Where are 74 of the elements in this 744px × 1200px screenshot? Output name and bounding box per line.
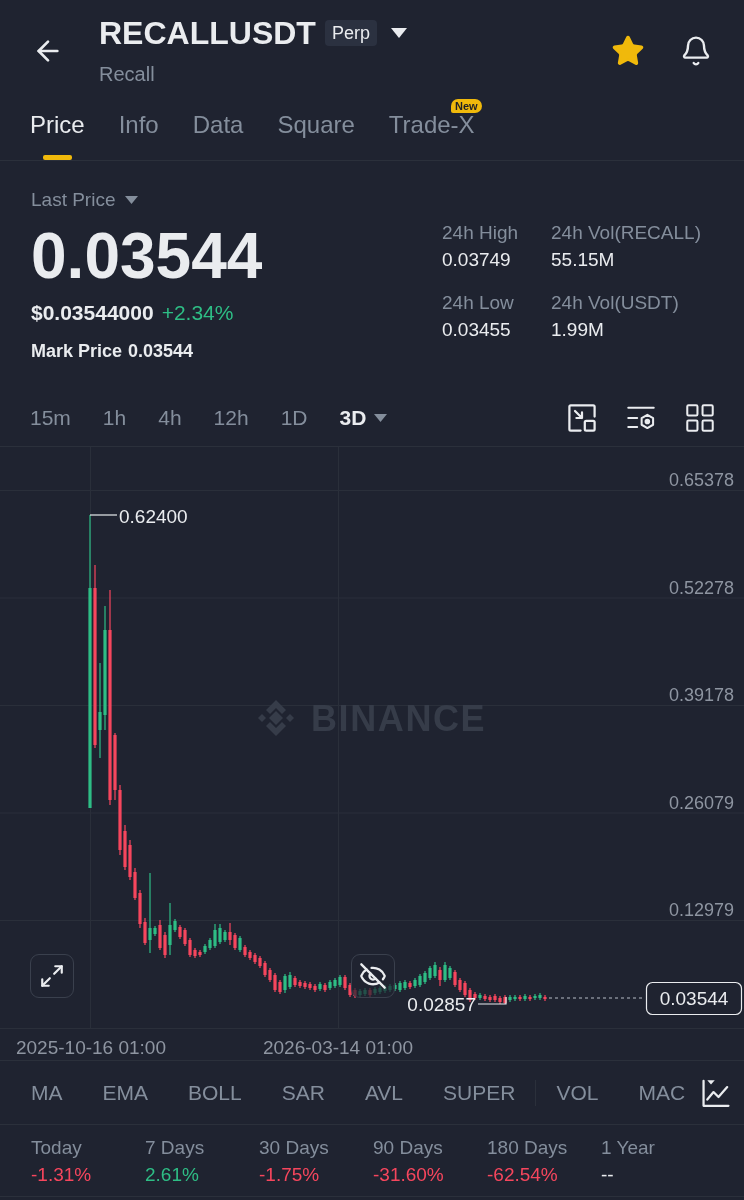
- line-chart-icon[interactable]: [702, 1078, 730, 1107]
- axis-price-label: 0.65378: [668, 470, 734, 490]
- contract-badge: Perp: [324, 20, 377, 46]
- grid-icon[interactable]: [686, 404, 714, 432]
- mark-price-label: Mark Price: [31, 340, 123, 363]
- period-change: 2.61%: [145, 1163, 200, 1187]
- stat-value: 0.03749: [442, 248, 512, 272]
- leader-line: [477, 996, 507, 1005]
- interval-tab[interactable]: 15m: [30, 405, 71, 431]
- axis-price-label: 0.52278: [668, 577, 734, 598]
- fullscreen-button[interactable]: [30, 954, 74, 998]
- interval-tab[interactable]: 4h: [158, 405, 182, 431]
- caret-icon: [125, 196, 139, 204]
- low-price-label: 0.02857: [407, 994, 476, 1015]
- period-change: -1.75%: [259, 1163, 321, 1187]
- period-label: 90 Days: [373, 1136, 444, 1160]
- period-change: -1.31%: [31, 1163, 93, 1187]
- new-badge: New: [451, 99, 482, 113]
- window-arrow-icon[interactable]: [568, 404, 596, 432]
- usd-price: $0.03544000: [31, 300, 154, 326]
- expand-icon: [39, 963, 65, 989]
- interval-tab[interactable]: 1h: [102, 405, 127, 431]
- period-label: 180 Days: [487, 1136, 569, 1160]
- period-change: --: [601, 1163, 615, 1187]
- stat-value: 1.99M: [551, 318, 605, 342]
- indicator-tab[interactable]: MAC: [638, 1079, 686, 1106]
- indicator-tab[interactable]: SUPER: [443, 1079, 516, 1106]
- leader-line: [89, 514, 118, 516]
- last-price-tag: 0.03544: [645, 981, 743, 1016]
- caret-icon[interactable]: [390, 28, 407, 38]
- last-price: 0.03544: [31, 221, 263, 291]
- axis-price-label: 0.39178: [668, 685, 734, 705]
- price-type-dropdown[interactable]: Last Price: [31, 189, 139, 211]
- indicator-tab[interactable]: BOLL: [188, 1079, 242, 1106]
- stat-label: 24h Vol(RECALL): [551, 221, 702, 245]
- period-change: -31.60%: [373, 1163, 445, 1187]
- period-label: 30 Days: [259, 1136, 330, 1160]
- interval-tab[interactable]: 1D: [280, 405, 308, 431]
- indicator-tab[interactable]: EMA: [102, 1079, 148, 1106]
- period-label: 7 Days: [145, 1136, 206, 1160]
- axis-date-label: 2025-10-16 01:00: [16, 1037, 166, 1058]
- diamond-logo-icon: [258, 700, 294, 736]
- eye-off-icon: [359, 962, 387, 990]
- price-change: +2.34%: [161, 300, 234, 326]
- symbol-title: RECALLUSDT: [99, 14, 316, 52]
- tab[interactable]: Info: [118, 96, 159, 160]
- stat-value: 55.15M: [551, 248, 616, 272]
- tab[interactable]: Data: [192, 96, 244, 160]
- indicator-tab[interactable]: VOL: [556, 1079, 599, 1106]
- stat-label: 24h High: [442, 221, 520, 245]
- axis-price-label: 0.26079: [668, 792, 734, 813]
- interval-tab[interactable]: 3D: [339, 405, 388, 431]
- stat-value: 0.03455: [442, 318, 512, 342]
- stat-label: 24h Low: [442, 291, 515, 315]
- tab-underline: [42, 155, 72, 160]
- indicator-tab[interactable]: AVL: [364, 1079, 404, 1106]
- axis-date-label: 2026-03-14 01:00: [263, 1037, 413, 1058]
- mark-price-value: 0.03544: [128, 340, 194, 363]
- high-price-label: 0.62400: [119, 506, 188, 527]
- interval-tab[interactable]: 12h: [213, 405, 249, 431]
- asset-name: Recall: [99, 62, 156, 87]
- period-label: Today: [31, 1136, 83, 1160]
- star-icon[interactable]: [611, 33, 645, 68]
- indicator-tab[interactable]: MA: [31, 1079, 63, 1106]
- indicator-tab[interactable]: SAR: [281, 1079, 325, 1106]
- stat-label: 24h Vol(USDT): [551, 291, 680, 315]
- bell-icon[interactable]: [680, 34, 712, 67]
- tab[interactable]: Price: [30, 96, 85, 160]
- tab[interactable]: Square: [277, 96, 355, 160]
- period-label: 1 Year: [601, 1136, 656, 1160]
- settings-icon[interactable]: [627, 404, 655, 432]
- axis-price-label: 0.12979: [668, 900, 734, 920]
- hide-button[interactable]: [351, 954, 395, 998]
- period-change: -62.54%: [487, 1163, 559, 1187]
